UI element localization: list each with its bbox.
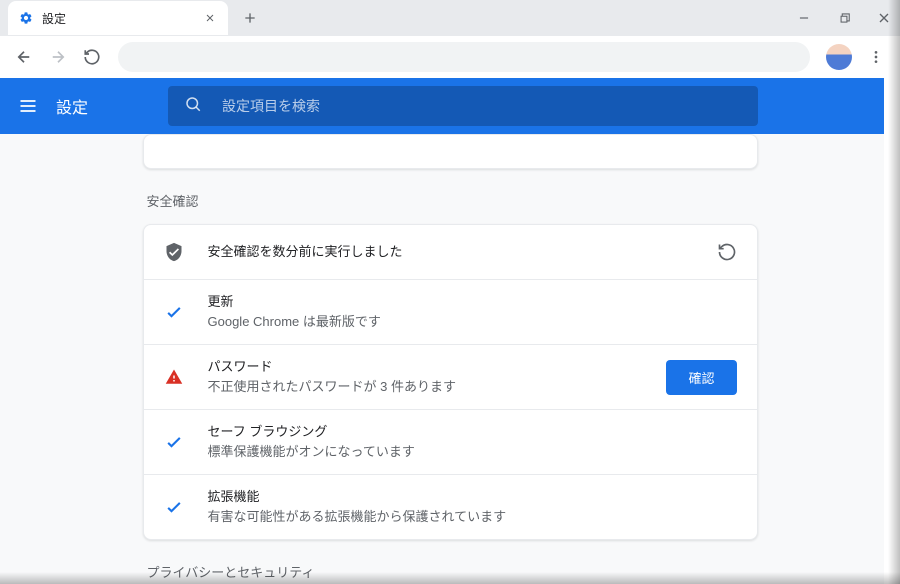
shield-check-icon <box>164 242 184 262</box>
minimize-button[interactable] <box>794 8 814 28</box>
settings-header: 設定 <box>0 78 900 134</box>
close-icon[interactable] <box>202 10 218 26</box>
tab-bar: 設定 <box>0 0 900 36</box>
item-title: 拡張機能 <box>208 487 737 507</box>
item-title: 更新 <box>208 292 737 312</box>
tab-title: 設定 <box>42 10 202 27</box>
item-subtitle: Google Chrome は最新版です <box>208 312 737 332</box>
search-bar[interactable] <box>168 86 758 126</box>
safety-check-card: 安全確認を数分前に実行しました 更新 Google Chrome は最新版です <box>143 224 758 540</box>
new-tab-button[interactable] <box>236 4 264 32</box>
safety-item-passwords[interactable]: パスワード 不正使用されたパスワードが 3 件あります 確認 <box>144 344 757 409</box>
reload-button[interactable] <box>78 43 106 71</box>
safety-item-updates[interactable]: 更新 Google Chrome は最新版です <box>144 279 757 344</box>
back-button[interactable] <box>10 43 38 71</box>
search-input[interactable] <box>222 98 742 114</box>
safety-refresh-button[interactable] <box>717 242 737 262</box>
safety-item-safebrowsing[interactable]: セーフ ブラウジング 標準保護機能がオンになっています <box>144 409 757 474</box>
url-input[interactable] <box>118 42 810 72</box>
window-close-button[interactable] <box>874 8 894 28</box>
restore-button[interactable] <box>834 8 854 28</box>
forward-button[interactable] <box>44 43 72 71</box>
browser-tab-active[interactable]: 設定 <box>8 1 228 35</box>
browser-chrome: 設定 <box>0 0 900 78</box>
chrome-menu-button[interactable] <box>862 43 890 71</box>
menu-button[interactable] <box>16 94 40 118</box>
item-title: セーフ ブラウジング <box>208 422 737 442</box>
safety-item-extensions[interactable]: 拡張機能 有害な可能性がある拡張機能から保護されています <box>144 474 757 539</box>
check-icon <box>164 432 184 452</box>
previous-card-partial <box>143 134 758 169</box>
item-subtitle: 有害な可能性がある拡張機能から保護されています <box>208 507 737 527</box>
check-icon <box>164 497 184 517</box>
page-title: 設定 <box>56 94 88 118</box>
section-title-privacy: プライバシーとセキュリティ <box>143 562 758 581</box>
item-title: パスワード <box>208 357 651 377</box>
safety-check-status: 安全確認を数分前に実行しました <box>208 242 701 262</box>
search-icon <box>184 95 202 118</box>
avatar[interactable] <box>826 44 852 70</box>
safety-check-header: 安全確認を数分前に実行しました <box>144 225 757 279</box>
warning-icon <box>164 367 184 387</box>
check-icon <box>164 302 184 322</box>
gear-icon <box>18 10 34 26</box>
review-passwords-button[interactable]: 確認 <box>666 360 736 395</box>
window-controls <box>794 0 894 36</box>
section-title-safety: 安全確認 <box>143 191 758 210</box>
address-bar <box>0 36 900 78</box>
item-subtitle: 不正使用されたパスワードが 3 件あります <box>208 377 651 397</box>
content-area: 安全確認 安全確認を数分前に実行しました 更新 <box>0 134 900 584</box>
item-subtitle: 標準保護機能がオンになっています <box>208 442 737 462</box>
scrollbar[interactable] <box>884 78 900 584</box>
